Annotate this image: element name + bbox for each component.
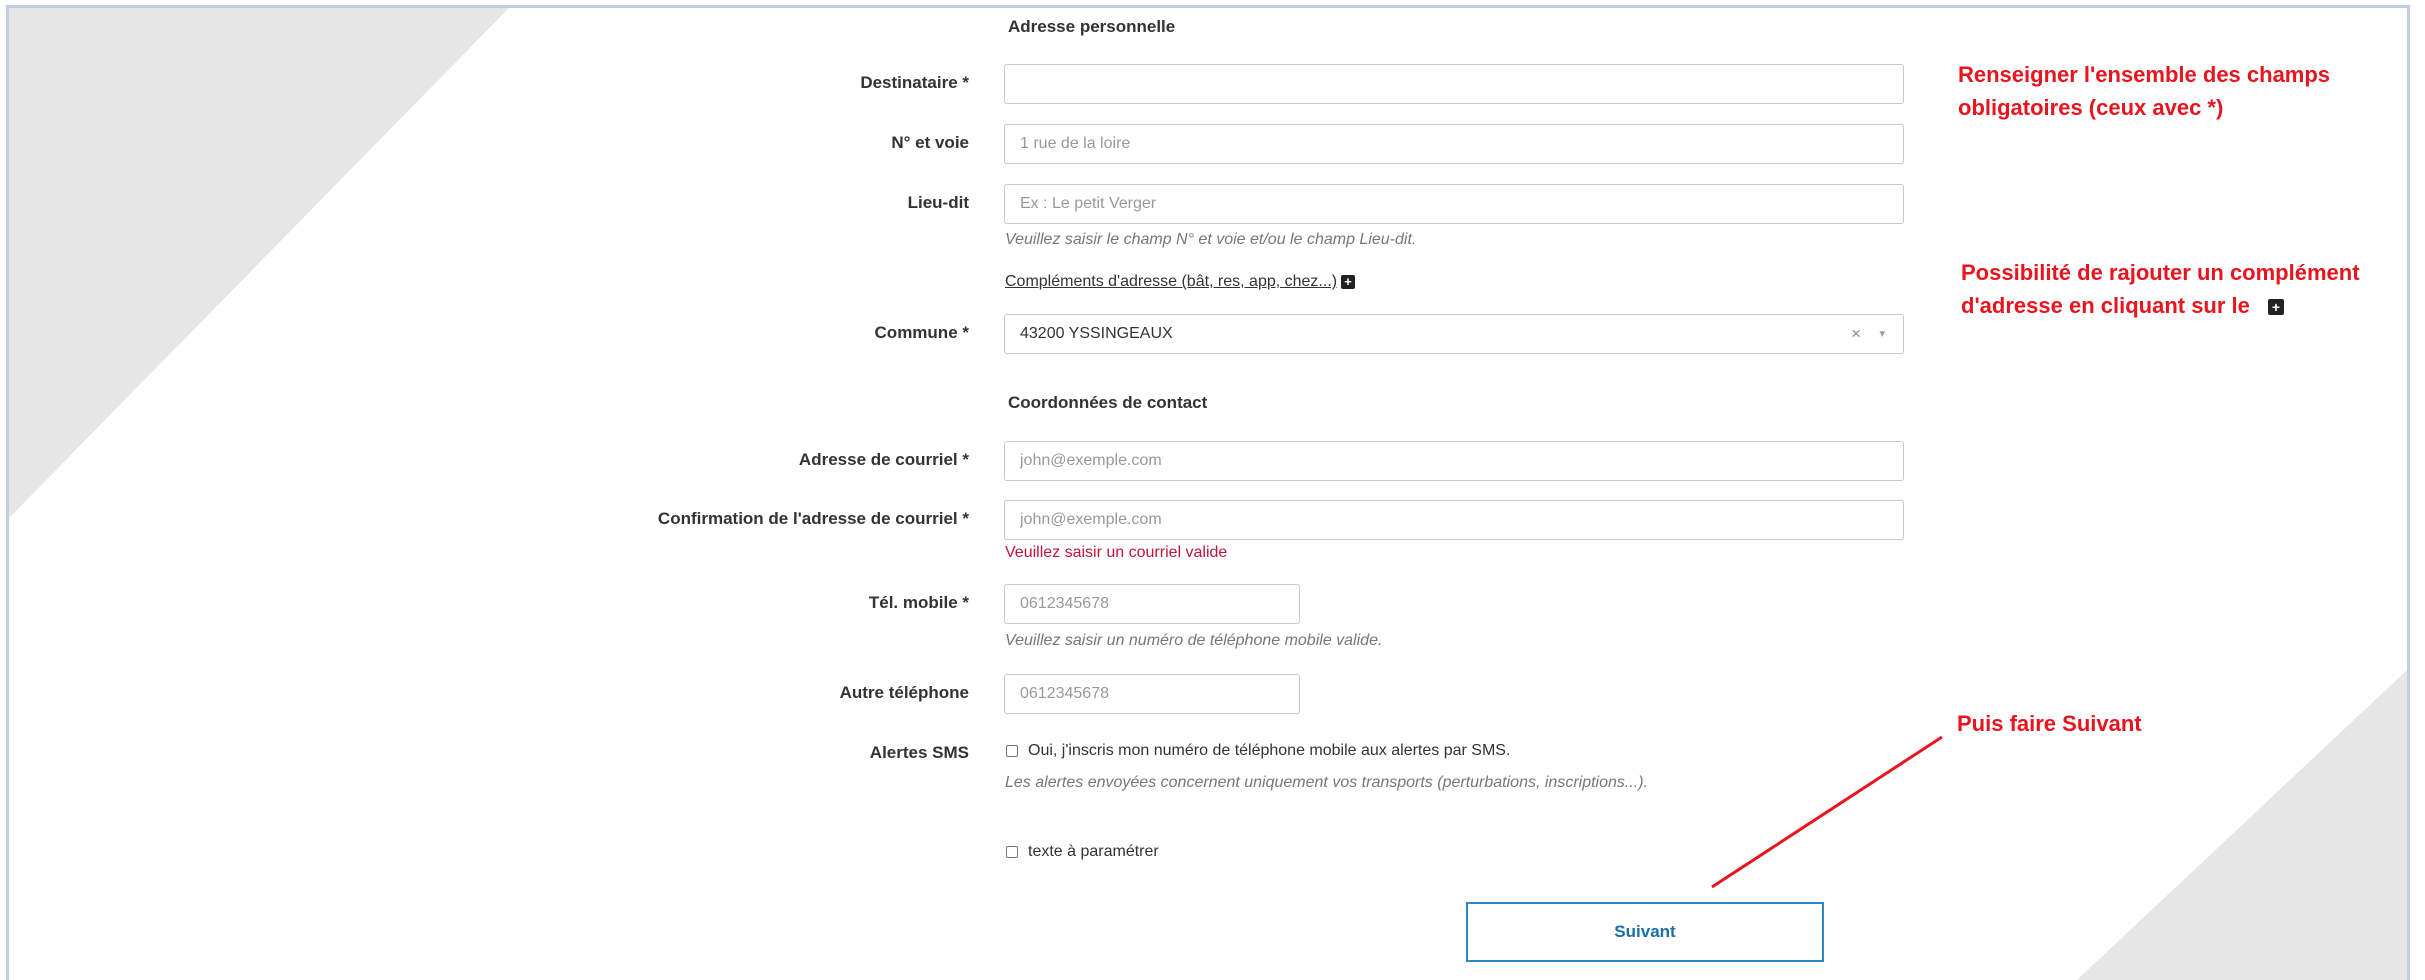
mobile-help: Veuillez saisir un numéro de téléphone m…: [1005, 632, 1383, 649]
mobile-input[interactable]: [1004, 584, 1300, 624]
section-title-personal-address: Adresse personnelle: [1008, 17, 1176, 36]
email-confirm-error: Veuillez saisir un courriel valide: [1005, 544, 1228, 561]
locality-input[interactable]: [1004, 184, 1904, 224]
address-complement-label: Compléments d'adresse (bât, res, app, ch…: [1005, 273, 1338, 290]
sms-help: Les alertes envoyées concernent uniqueme…: [1005, 774, 1648, 791]
annotation-complement: Possibilité de rajouter un complément d'…: [1961, 256, 2360, 322]
custom-text-checkbox-row[interactable]: texte à paramétrer: [1006, 843, 1159, 861]
plus-square-icon: +: [2268, 299, 2285, 316]
annotation-required-fields: Renseigner l'ensemble des champs obligat…: [1958, 58, 2330, 124]
commune-label: Commune *: [874, 323, 969, 342]
street-label: N° et voie: [891, 133, 969, 152]
email-confirm-input[interactable]: [1004, 500, 1904, 540]
email-confirm-label: Confirmation de l'adresse de courriel *: [657, 509, 969, 528]
clear-icon[interactable]: ×: [1851, 315, 1861, 353]
email-input[interactable]: [1004, 441, 1904, 481]
section-title-contact: Coordonnées de contact: [1008, 393, 1208, 412]
sms-checkbox-label: Oui, j'inscris mon numéro de téléphone m…: [1028, 742, 1511, 759]
plus-square-icon[interactable]: +: [1341, 274, 1356, 289]
annotation-required-line1: Renseigner l'ensemble des champs: [1958, 62, 2331, 87]
chevron-down-icon[interactable]: ▾: [1879, 315, 1885, 353]
sms-checkbox-row[interactable]: Oui, j'inscris mon numéro de téléphone m…: [1006, 742, 1510, 760]
custom-text-checkbox-label: texte à paramétrer: [1028, 843, 1159, 860]
commune-select[interactable]: 43200 YSSINGEAUX × ▾: [1004, 314, 1904, 354]
sms-checkbox[interactable]: [1006, 745, 1018, 757]
locality-help: Veuillez saisir le champ N° et voie et/o…: [1005, 231, 1417, 248]
email-label: Adresse de courriel *: [798, 450, 969, 469]
annotation-required-line2: obligatoires (ceux avec *): [1958, 95, 2224, 120]
address-complement-link[interactable]: Compléments d'adresse (bât, res, app, ch…: [1005, 273, 1356, 291]
mobile-label: Tél. mobile *: [868, 593, 969, 612]
other-phone-label: Autre téléphone: [839, 683, 969, 702]
custom-text-checkbox[interactable]: [1006, 846, 1018, 858]
recipient-input[interactable]: [1004, 64, 1904, 104]
sms-label: Alertes SMS: [869, 743, 969, 762]
annotation-next: Puis faire Suivant: [1957, 711, 2142, 736]
locality-label: Lieu-dit: [907, 193, 969, 212]
street-input[interactable]: [1004, 124, 1904, 164]
decor-triangle-top-left: [9, 8, 509, 518]
recipient-label: Destinataire *: [860, 73, 969, 92]
annotation-complement-line1: Possibilité de rajouter un complément: [1961, 260, 2360, 285]
other-phone-input[interactable]: [1004, 674, 1300, 714]
annotation-complement-line2: d'adresse en cliquant sur le: [1961, 293, 2250, 318]
commune-selected-value: 43200 YSSINGEAUX: [1020, 325, 1173, 342]
next-button[interactable]: Suivant: [1466, 902, 1824, 962]
annotation-complement-line2-row: d'adresse en cliquant sur le +: [1961, 289, 2360, 322]
